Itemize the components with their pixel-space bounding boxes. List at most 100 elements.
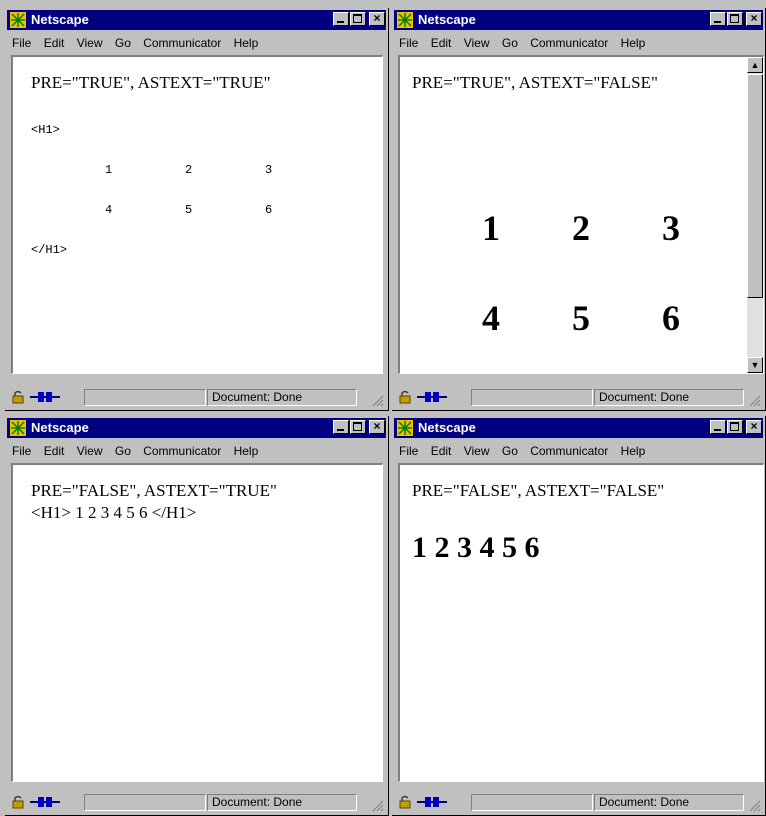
scroll-up-button[interactable]: ▲	[747, 57, 763, 73]
minimize-icon	[337, 21, 344, 23]
security-lock-icon[interactable]	[11, 390, 25, 404]
menu-view[interactable]: View	[464, 36, 490, 50]
menu-view[interactable]: View	[464, 444, 490, 458]
cell-4: 4	[482, 298, 500, 338]
close-icon: ×	[373, 419, 381, 433]
cell-1: 1	[482, 208, 500, 248]
minimize-button[interactable]	[710, 12, 726, 26]
menu-help[interactable]: Help	[234, 36, 259, 50]
menu-bar: File Edit View Go Communicator Help	[394, 32, 763, 54]
status-text: Document: Done	[207, 389, 357, 406]
menu-help[interactable]: Help	[621, 444, 646, 458]
menu-bar: File Edit View Go Communicator Help	[7, 32, 386, 54]
component-bar-icon[interactable]	[417, 796, 447, 808]
menu-help[interactable]: Help	[234, 444, 259, 458]
vertical-scrollbar[interactable]: ▲ ▼	[747, 57, 763, 373]
h1-text-line: <H1> 1 2 3 4 5 6 </H1>	[31, 503, 197, 522]
window-title: Netscape	[31, 12, 89, 27]
minimize-button[interactable]	[333, 420, 349, 434]
menu-file[interactable]: File	[399, 444, 418, 458]
cell-6: 6	[265, 203, 273, 217]
maximize-button[interactable]	[350, 420, 366, 434]
maximize-icon	[730, 14, 739, 23]
component-bar-icon[interactable]	[417, 391, 447, 403]
page-heading: PRE="TRUE", ASTEXT="FALSE"	[412, 73, 658, 92]
minimize-icon	[714, 429, 721, 431]
menu-communicator[interactable]: Communicator	[530, 36, 608, 50]
netscape-window-1: Netscape × File Edit View Go Communicato…	[5, 8, 389, 411]
progress-field	[471, 389, 593, 406]
close-button[interactable]: ×	[369, 11, 385, 26]
scroll-down-button[interactable]: ▼	[747, 357, 763, 373]
title-bar[interactable]: Netscape ×	[394, 10, 763, 30]
h1-rendered-numbers: 1 2 3 4 5 6	[412, 531, 540, 564]
menu-edit[interactable]: Edit	[431, 444, 452, 458]
menu-view[interactable]: View	[77, 36, 103, 50]
component-bar-icon[interactable]	[30, 796, 60, 808]
cell-5: 5	[185, 203, 193, 217]
title-bar[interactable]: Netscape ×	[394, 418, 763, 438]
menu-edit[interactable]: Edit	[44, 444, 65, 458]
close-button[interactable]: ×	[746, 419, 762, 434]
netscape-window-4: Netscape × File Edit View Go Communicato…	[392, 416, 766, 816]
title-bar[interactable]: Netscape ×	[7, 10, 386, 30]
menu-communicator[interactable]: Communicator	[530, 444, 608, 458]
menu-file[interactable]: File	[12, 444, 31, 458]
maximize-button[interactable]	[727, 420, 743, 434]
menu-go[interactable]: Go	[502, 36, 518, 50]
cell-3: 3	[662, 208, 680, 248]
scroll-thumb[interactable]	[747, 74, 763, 298]
minimize-button[interactable]	[710, 420, 726, 434]
h1-close-tag: </H1>	[31, 243, 68, 257]
maximize-button[interactable]	[727, 12, 743, 26]
page-heading: PRE="FALSE", ASTEXT="TRUE"	[31, 481, 277, 500]
security-lock-icon[interactable]	[398, 390, 412, 404]
close-button[interactable]: ×	[369, 419, 385, 434]
netscape-window-2: Netscape × File Edit View Go Communicato…	[392, 8, 766, 411]
status-bar: Document: Done	[7, 386, 386, 408]
progress-field	[471, 794, 593, 811]
component-bar-icon[interactable]	[30, 391, 60, 403]
netscape-logo-icon	[10, 12, 26, 28]
minimize-icon	[714, 21, 721, 23]
menu-help[interactable]: Help	[621, 36, 646, 50]
resize-grip-icon[interactable]	[749, 800, 761, 812]
menu-go[interactable]: Go	[115, 444, 131, 458]
progress-field	[84, 794, 206, 811]
resize-grip-icon[interactable]	[749, 395, 761, 407]
maximize-button[interactable]	[350, 12, 366, 26]
page-content: PRE="FALSE", ASTEXT="TRUE" <H1> 1 2 3 4 …	[11, 463, 383, 782]
menu-file[interactable]: File	[12, 36, 31, 50]
security-lock-icon[interactable]	[398, 795, 412, 809]
security-lock-icon[interactable]	[11, 795, 25, 809]
arrow-up-icon: ▲	[750, 60, 760, 70]
close-icon: ×	[750, 11, 758, 25]
resize-grip-icon[interactable]	[372, 800, 384, 812]
page-content: PRE="TRUE", ASTEXT="TRUE" <H1> 1 2 3 4 5…	[11, 55, 383, 374]
window-title: Netscape	[31, 420, 89, 435]
status-text: Document: Done	[594, 389, 744, 406]
menu-go[interactable]: Go	[502, 444, 518, 458]
status-text: Document: Done	[594, 794, 744, 811]
menu-file[interactable]: File	[399, 36, 418, 50]
menu-edit[interactable]: Edit	[431, 36, 452, 50]
menu-view[interactable]: View	[77, 444, 103, 458]
minimize-icon	[337, 429, 344, 431]
menu-edit[interactable]: Edit	[44, 36, 65, 50]
status-bar: Document: Done	[7, 791, 386, 813]
cell-1: 1	[105, 163, 113, 177]
page-heading: PRE="FALSE", ASTEXT="FALSE"	[412, 481, 665, 500]
menu-go[interactable]: Go	[115, 36, 131, 50]
progress-field	[84, 389, 206, 406]
cell-4: 4	[105, 203, 113, 217]
cell-3: 3	[265, 163, 273, 177]
title-bar[interactable]: Netscape ×	[7, 418, 386, 438]
resize-grip-icon[interactable]	[372, 395, 384, 407]
menu-communicator[interactable]: Communicator	[143, 36, 221, 50]
menu-communicator[interactable]: Communicator	[143, 444, 221, 458]
netscape-logo-icon	[397, 420, 413, 436]
minimize-button[interactable]	[333, 12, 349, 26]
close-button[interactable]: ×	[746, 11, 762, 26]
arrow-down-icon: ▼	[750, 360, 760, 370]
page-heading: PRE="TRUE", ASTEXT="TRUE"	[31, 73, 271, 92]
